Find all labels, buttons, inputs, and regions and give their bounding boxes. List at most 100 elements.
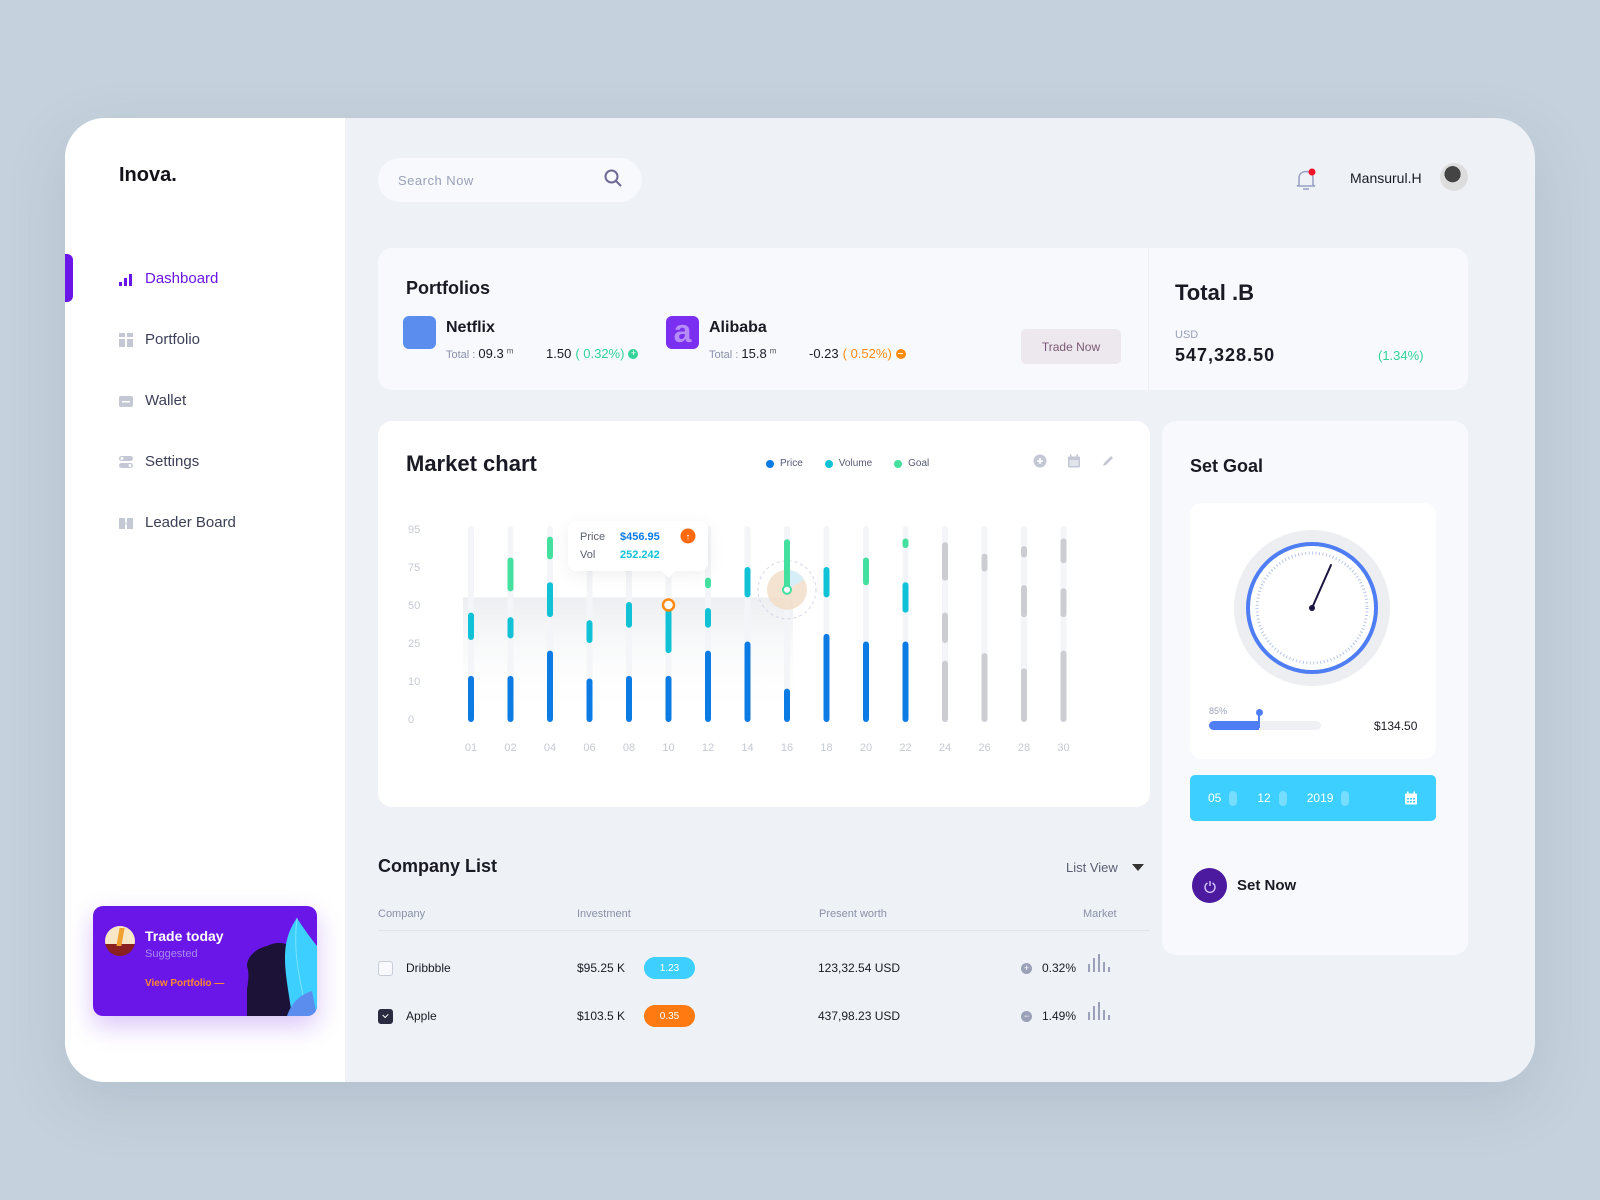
search-bar (378, 158, 642, 202)
legend-goal[interactable]: Goal (894, 458, 929, 469)
column-header-company[interactable]: Company (378, 908, 425, 920)
x-tick-label: 20 (860, 742, 872, 754)
calendar-icon[interactable] (1404, 791, 1418, 805)
x-tick-label: 24 (939, 742, 951, 754)
y-tick-label: 50 (408, 600, 420, 612)
investment-value: $103.5 K (577, 1009, 626, 1023)
year-field[interactable]: 2019 (1307, 790, 1350, 806)
sidebar-item-portfolio[interactable]: Portfolio (65, 309, 345, 370)
sidebar-nav: Dashboard Portfolio Wallet Settings Lead… (65, 248, 345, 553)
sidebar-item-dashboard[interactable]: Dashboard (65, 248, 345, 309)
x-tick-label: 14 (741, 742, 753, 754)
view-portfolio-link[interactable]: View Portfolio — (145, 978, 224, 989)
column-header-market[interactable]: Market (1083, 908, 1117, 920)
sidebar-item-label: Portfolio (145, 331, 201, 348)
chart-legend: Price Volume Goal (766, 458, 929, 469)
notification-bell-icon[interactable] (1295, 168, 1317, 192)
trade-now-button[interactable]: Trade Now (1021, 329, 1121, 364)
total-value: 547,328.50 (1175, 345, 1276, 365)
x-tick-label: 12 (702, 742, 714, 754)
chart-tools (1033, 454, 1115, 468)
present-worth: 123,32.54 USD (818, 961, 901, 975)
sidebar-item-settings[interactable]: Settings (65, 431, 345, 492)
day-field[interactable]: 05 (1208, 790, 1238, 806)
company-name: Apple (406, 1009, 437, 1023)
total-currency: USD (1175, 329, 1199, 341)
sidebar-item-wallet[interactable]: Wallet (65, 370, 345, 431)
caret-down-icon (1131, 864, 1144, 871)
calendar-icon[interactable] (1067, 454, 1081, 468)
sidebar-item-label: Wallet (145, 392, 187, 409)
leaf-illustration (247, 917, 317, 1016)
list-view-dropdown[interactable]: List View (1066, 860, 1144, 875)
slider-fill (1209, 721, 1260, 730)
company-name: Dribbble (406, 961, 451, 975)
market-chart-title: Market chart (406, 451, 537, 476)
total-change: (1.34%) (1378, 348, 1424, 363)
board-icon (119, 516, 133, 530)
highlight-point (661, 598, 676, 612)
row-checkbox[interactable] (378, 1009, 393, 1024)
sidebar-item-label: Leader Board (145, 514, 236, 531)
column-header-present-worth[interactable]: Present worth (819, 908, 887, 920)
active-indicator (65, 254, 73, 302)
grid-icon (119, 332, 133, 347)
y-tick-label: 95 (408, 524, 420, 536)
investment-badge: 0.35 (644, 1005, 695, 1027)
month-field[interactable]: 12 (1257, 790, 1287, 806)
user-avatar[interactable] (1440, 163, 1468, 191)
plus-circle-icon: + (1021, 963, 1032, 974)
y-tick-label: 0 (408, 714, 414, 726)
minus-circle-icon (895, 348, 906, 359)
x-tick-label: 26 (978, 742, 990, 754)
goal-dial[interactable] (1190, 503, 1436, 703)
x-tick-label: 06 (583, 742, 595, 754)
add-icon[interactable] (1033, 454, 1047, 468)
edit-icon[interactable] (1101, 454, 1115, 468)
x-tick-label: 08 (623, 742, 635, 754)
present-worth: 437,98.23 USD (818, 1009, 901, 1023)
table-row[interactable]: Dribbble $95.25 K 1.23 123,32.54 USD + 0… (378, 954, 1150, 984)
tooltip-price: $456.95 (620, 531, 660, 543)
stock-name: Netflix (446, 319, 495, 336)
toggle-icon (119, 455, 133, 469)
row-checkbox[interactable] (378, 961, 393, 976)
username[interactable]: Mansurul.H (1350, 170, 1422, 186)
minus-circle-icon: − (1021, 1011, 1032, 1022)
company-list-title: Company List (378, 856, 498, 876)
year-spinner[interactable] (1341, 790, 1350, 806)
portfolios-card: Portfolios Netflix Total : 09.3 m 1.50 (… (378, 248, 1468, 390)
column-header-investment[interactable]: Investment (577, 908, 631, 920)
legend-volume[interactable]: Volume (824, 458, 872, 469)
month-spinner[interactable] (1278, 790, 1287, 806)
x-tick-label: 30 (1057, 742, 1069, 754)
promo-avatar (105, 926, 135, 956)
day-spinner[interactable] (1229, 790, 1238, 806)
market-chart-card: 0 10 25 50 75 95 01 02 04 06 08 10 12 14 16 18 20 22 24 26 2… (378, 421, 1150, 807)
set-goal-card: Set Goal 85% $134.50 05 12 2019 Set Now (1162, 421, 1468, 955)
x-tick-label: 01 (465, 742, 477, 754)
search-input[interactable] (398, 172, 604, 188)
goal-progress-slider[interactable] (1209, 709, 1321, 730)
wallet-icon (119, 394, 133, 408)
x-tick-label: 02 (504, 742, 516, 754)
total-title: Total .B (1175, 280, 1255, 305)
sidebar-item-leader-board[interactable]: Leader Board (65, 492, 345, 553)
goal-point (782, 584, 792, 595)
slider-handle[interactable] (1256, 709, 1264, 716)
set-now-button[interactable]: Set Now (1192, 868, 1296, 903)
tooltip-price-label: Price (580, 531, 605, 543)
x-tick-label: 10 (662, 742, 674, 754)
notification-dot (1308, 168, 1316, 176)
promo-title: Trade today (145, 928, 224, 944)
sidebar-item-label: Dashboard (145, 270, 219, 287)
tooltip-vol: 252.242 (620, 549, 660, 561)
tooltip-arrow (661, 571, 676, 578)
sidebar: Inova. Dashboard Portfolio Wallet Settin… (65, 118, 345, 1082)
set-now-label: Set Now (1237, 877, 1297, 894)
mini-bar-chart-icon (1088, 1002, 1110, 1020)
legend-price[interactable]: Price (766, 458, 803, 469)
search-icon[interactable] (604, 169, 622, 192)
table-row[interactable]: Apple $103.5 K 0.35 437,98.23 USD − 1.49… (378, 1002, 1150, 1032)
power-icon (1192, 868, 1227, 903)
